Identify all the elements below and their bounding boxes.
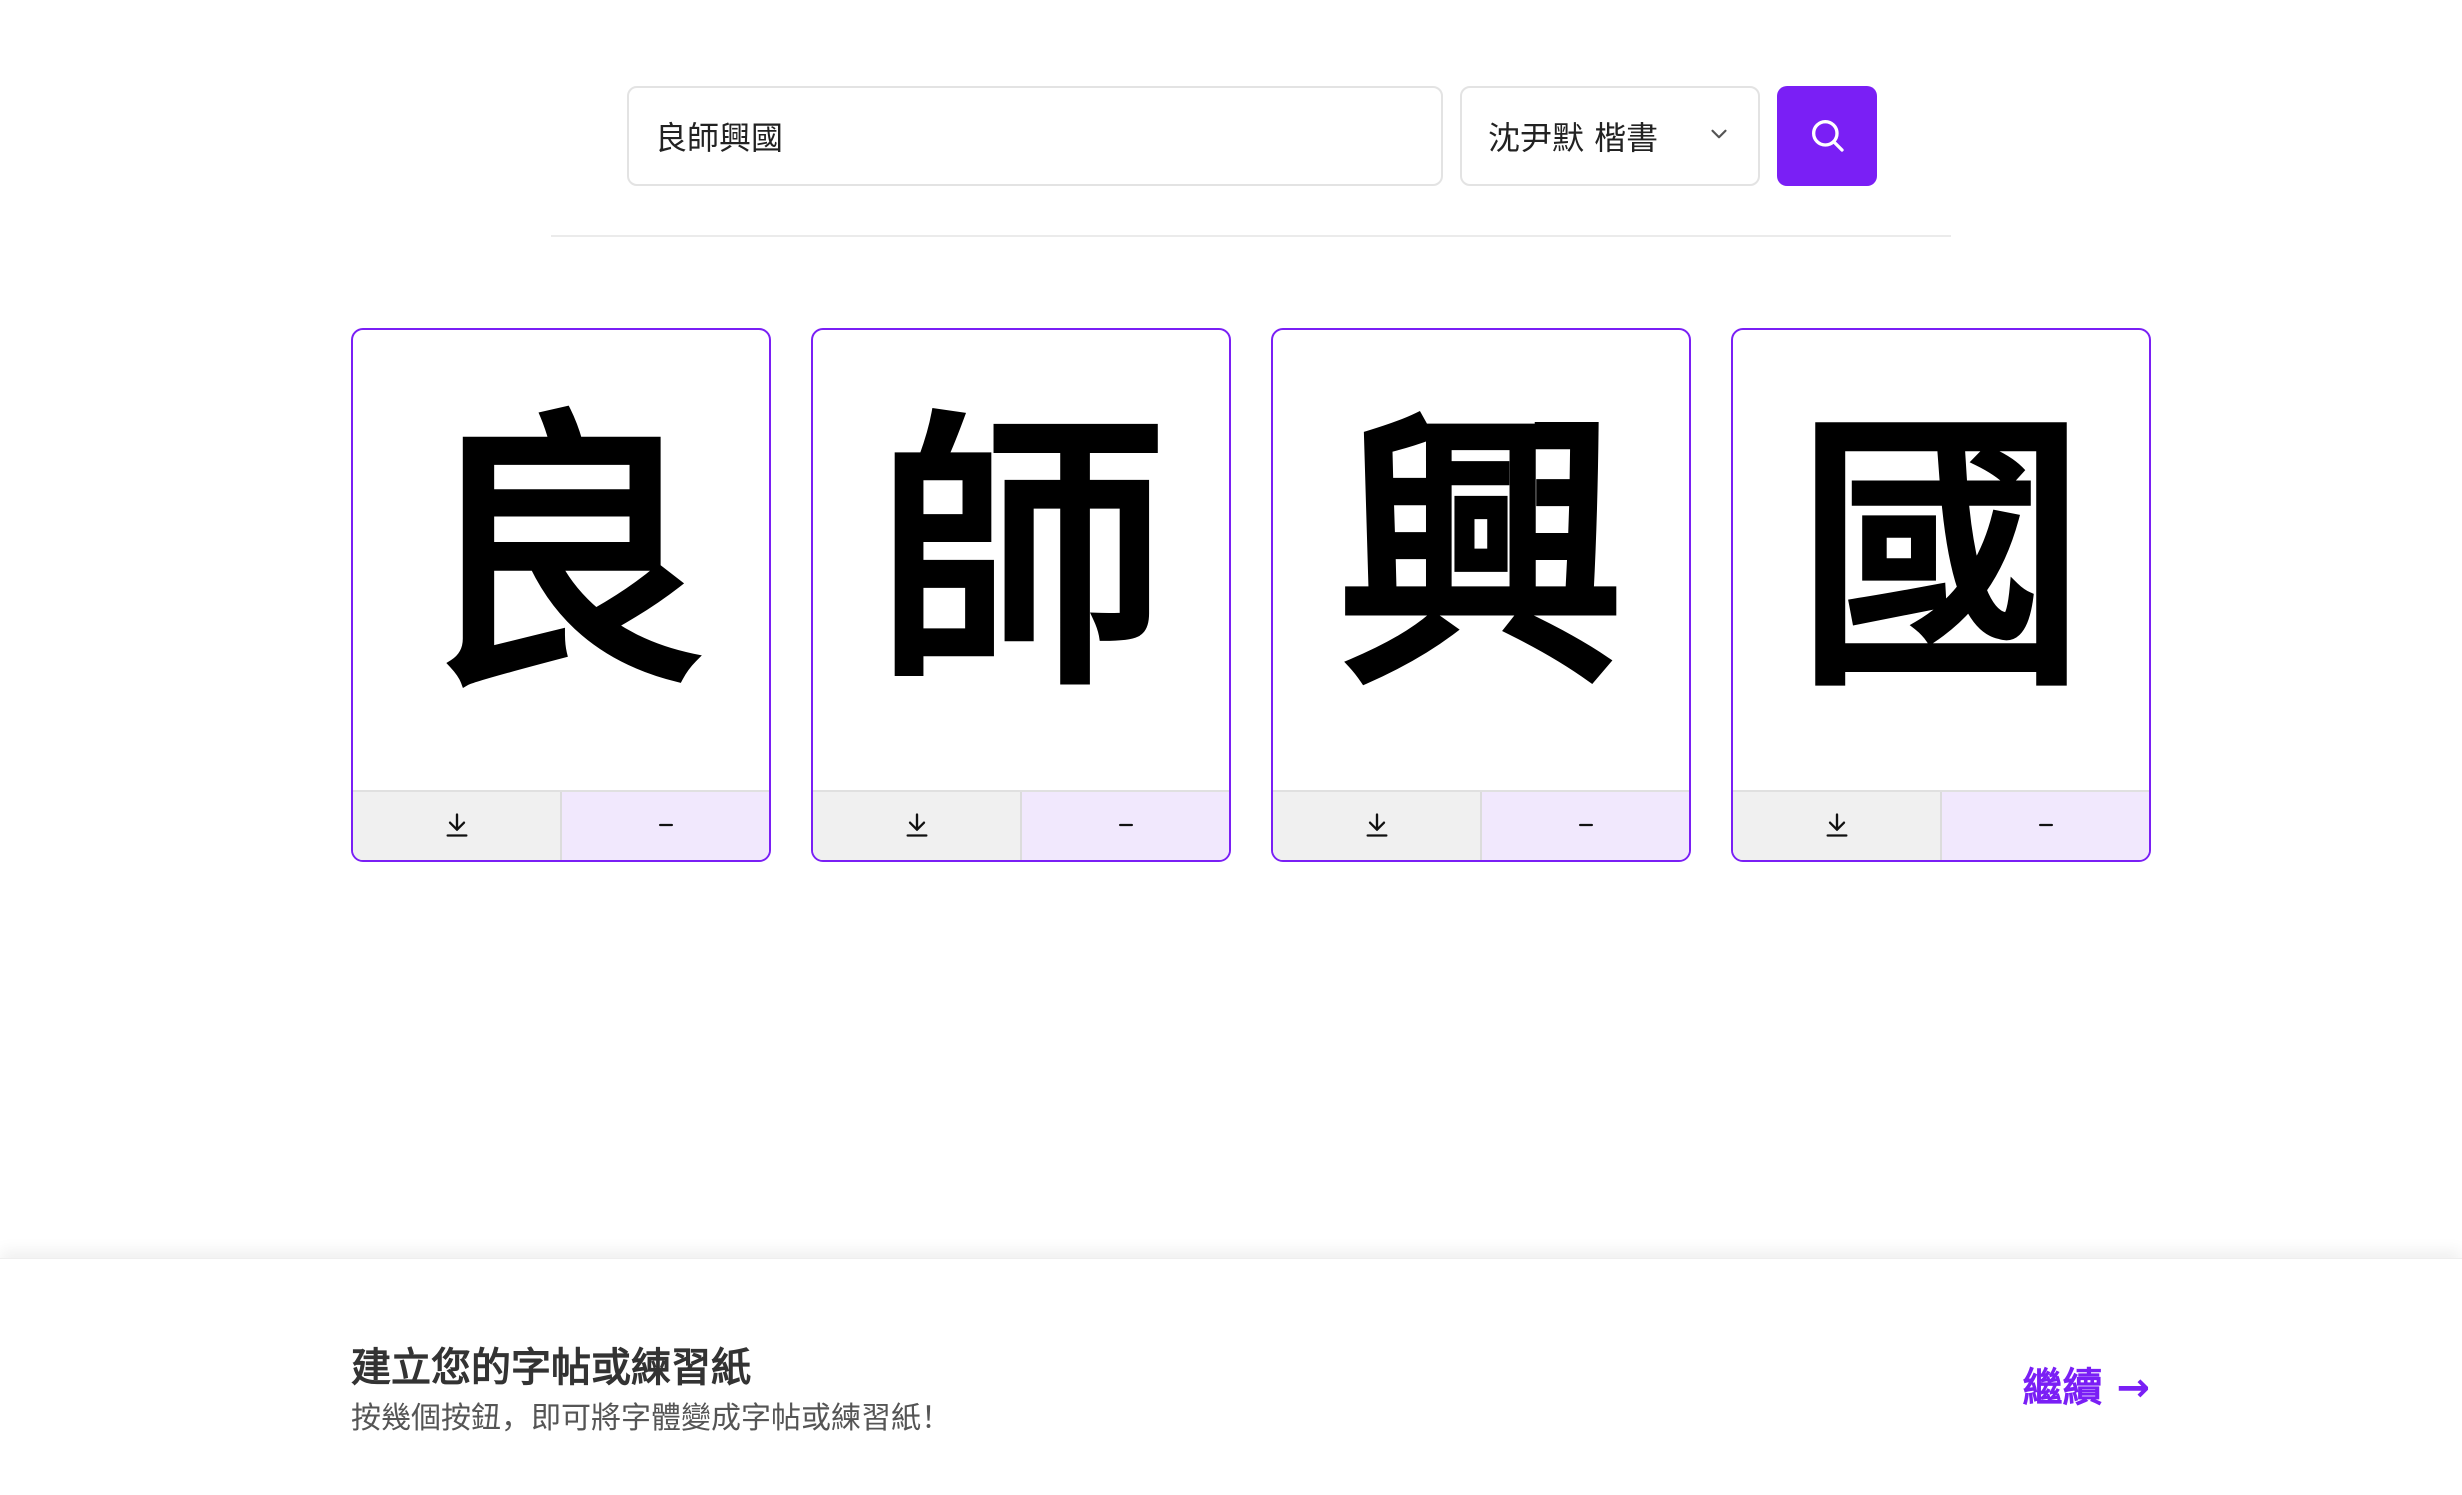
character-card: 國	[1731, 328, 2151, 862]
character-card: 師	[811, 328, 1231, 862]
download-icon	[1363, 811, 1391, 842]
glyph-character: 國	[1796, 386, 2086, 726]
card-actions	[813, 790, 1229, 860]
character-card: 興	[1271, 328, 1691, 862]
glyph-character: 師	[876, 386, 1166, 726]
create-copybook-banner: 建立您的字帖或練習紙 按幾個按鈕，即可將字體變成字帖或練習紙！ 繼續 →	[0, 1258, 2462, 1495]
download-button[interactable]	[1733, 792, 1942, 860]
glyph-preview: 良	[353, 330, 769, 790]
download-icon	[903, 811, 931, 842]
banner-subtitle: 按幾個按鈕，即可將字體變成字帖或練習紙！	[351, 1401, 951, 1436]
remove-button[interactable]	[1482, 792, 1689, 860]
search-input[interactable]	[627, 86, 1443, 186]
remove-button[interactable]	[1022, 792, 1229, 860]
download-icon	[443, 811, 471, 842]
minus-icon	[652, 811, 680, 842]
font-style-selected-label: 沈尹默 楷書	[1488, 119, 1659, 157]
search-button[interactable]	[1777, 86, 1877, 186]
character-card-list: 良 師 興 國	[351, 328, 2151, 862]
glyph-preview: 國	[1733, 330, 2149, 790]
minus-icon	[2032, 811, 2060, 842]
download-button[interactable]	[1273, 792, 1482, 860]
glyph-character: 興	[1336, 386, 1626, 726]
page: 沈尹默 楷書 良	[0, 0, 2462, 1495]
continue-link[interactable]: 繼續 →	[2023, 1355, 2150, 1413]
card-actions	[353, 790, 769, 860]
remove-button[interactable]	[562, 792, 769, 860]
font-style-select[interactable]: 沈尹默 楷書	[1460, 86, 1760, 186]
banner-title: 建立您的字帖或練習紙	[351, 1345, 751, 1391]
minus-icon	[1112, 811, 1140, 842]
remove-button[interactable]	[1942, 792, 2149, 860]
download-button[interactable]	[353, 792, 562, 860]
download-icon	[1823, 811, 1851, 842]
card-actions	[1273, 790, 1689, 860]
minus-icon	[1572, 811, 1600, 842]
glyph-preview: 興	[1273, 330, 1689, 790]
search-bar: 沈尹默 楷書	[627, 86, 1877, 186]
glyph-character: 良	[416, 386, 706, 726]
character-card: 良	[351, 328, 771, 862]
card-actions	[1733, 790, 2149, 860]
search-divider	[551, 235, 1951, 237]
search-icon	[1807, 115, 1847, 158]
chevron-down-icon	[1706, 117, 1732, 155]
glyph-preview: 師	[813, 330, 1229, 790]
download-button[interactable]	[813, 792, 1022, 860]
